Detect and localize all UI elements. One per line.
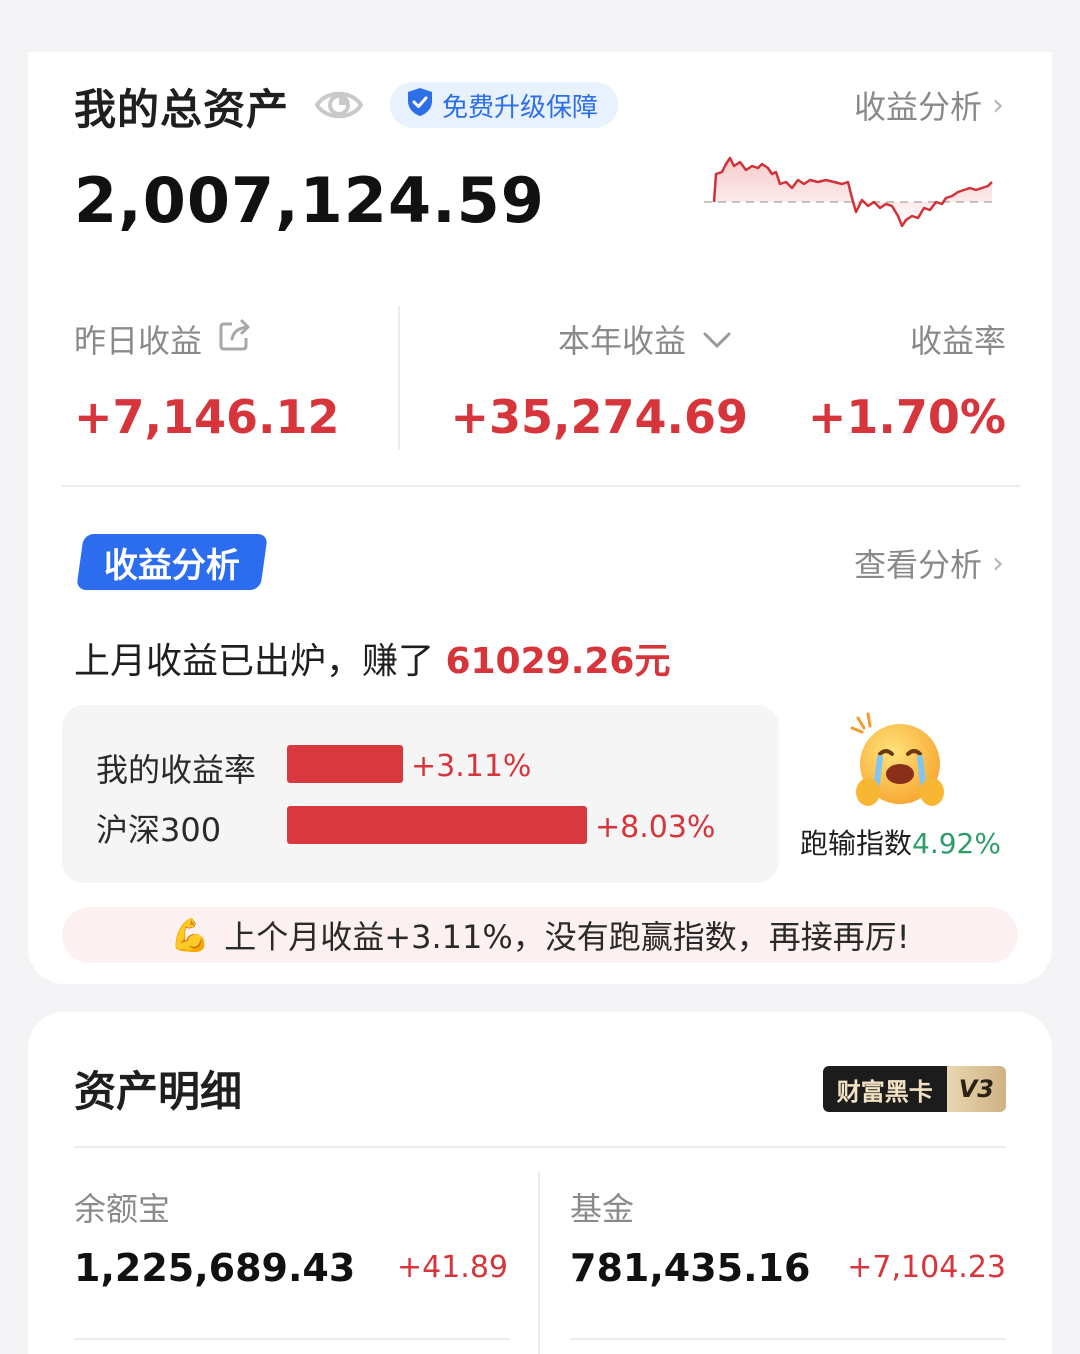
- chevron-down-icon: [702, 320, 732, 358]
- eye-icon[interactable]: [314, 84, 364, 126]
- summary-text: 上月收益已出炉，赚了: [74, 641, 446, 682]
- divider: [62, 485, 1020, 487]
- asset-trend-sparkline[interactable]: [700, 144, 1000, 234]
- vip-card-label: 财富黑卡: [822, 1066, 947, 1112]
- divider: [74, 1338, 510, 1340]
- fund-value: 781,435.16: [570, 1246, 811, 1290]
- year-earnings-value: +35,274.69: [450, 390, 748, 444]
- my-return-value: +3.11%: [411, 749, 532, 784]
- vip-level: V3: [946, 1066, 1006, 1112]
- yesterday-label-text: 昨日收益: [74, 322, 203, 360]
- yuebao-delta: +41.89: [396, 1250, 508, 1285]
- divider: [570, 1338, 1006, 1340]
- year-label-text: 本年收益: [558, 322, 687, 360]
- divider: [398, 306, 400, 450]
- asset-details-card: 资产明细 财富黑卡 V3 余额宝 1,225,689.43 +41.89 基金 …: [28, 1012, 1052, 1354]
- underperform-label: 跑输指数: [800, 827, 913, 860]
- crying-emoji-icon: [850, 712, 946, 812]
- divider: [538, 1172, 540, 1354]
- asset-details-title: 资产明细: [74, 1067, 243, 1116]
- underperform-index: 跑输指数4.92%: [800, 822, 1001, 862]
- year-earnings-selector[interactable]: 本年收益: [558, 316, 732, 362]
- income-analysis-tag-label: 收益分析: [104, 545, 240, 586]
- fund-delta: +7,104.23: [847, 1250, 1006, 1285]
- underperform-value: 4.92%: [912, 827, 1001, 860]
- comparison-panel[interactable]: 我的收益率 +3.11% 沪深300 +8.03%: [62, 705, 779, 883]
- total-assets-card: 我的总资产 免费升级保障 收益分析 › 2,007,124.59 昨日收益 +7…: [28, 52, 1052, 984]
- shield-check-icon: [406, 87, 434, 124]
- yuebao-name[interactable]: 余额宝: [74, 1184, 170, 1230]
- my-return-bar: [287, 745, 403, 783]
- view-analysis-link[interactable]: 查看分析 ›: [854, 540, 1004, 586]
- yuebao-value: 1,225,689.43: [74, 1246, 356, 1290]
- income-analysis-tag: 收益分析: [76, 534, 268, 590]
- my-return-label: 我的收益率: [96, 751, 257, 789]
- vip-card-badge[interactable]: 财富黑卡 V3: [822, 1066, 1006, 1112]
- upgrade-protection-badge[interactable]: 免费升级保障: [390, 82, 619, 128]
- encouragement-text: 上个月收益+3.11%，没有跑赢指数，再接再厉!: [224, 918, 910, 956]
- summary-amount: 61029.26元: [445, 641, 671, 682]
- csi300-value: +8.03%: [595, 810, 716, 845]
- yesterday-earnings-label[interactable]: 昨日收益: [74, 316, 252, 362]
- page-title: 我的总资产: [74, 85, 290, 134]
- return-rate-label: 收益率: [909, 322, 1006, 360]
- csi300-bar: [287, 806, 587, 844]
- return-rate-value: +1.70%: [807, 390, 1006, 444]
- fund-name[interactable]: 基金: [570, 1184, 634, 1230]
- income-analysis-label: 收益分析: [853, 88, 982, 126]
- encouragement-banner[interactable]: 💪 上个月收益+3.11%，没有跑赢指数，再接再厉!: [62, 907, 1018, 963]
- chevron-right-icon: ›: [992, 87, 1004, 123]
- badge-label: 免费升级保障: [442, 92, 599, 123]
- divider: [74, 1146, 1006, 1148]
- view-analysis-label: 查看分析: [853, 546, 982, 584]
- chevron-right-icon: ›: [992, 545, 1004, 581]
- total-assets-value: 2,007,124.59: [74, 164, 545, 237]
- share-icon[interactable]: [218, 318, 252, 360]
- csi300-label: 沪深300: [96, 811, 222, 849]
- monthly-summary: 上月收益已出炉，赚了 61029.26元: [74, 632, 670, 684]
- flexed-arm-icon: 💪: [170, 916, 211, 954]
- yesterday-earnings-value: +7,146.12: [74, 390, 340, 444]
- income-analysis-link[interactable]: 收益分析 ›: [854, 82, 1004, 128]
